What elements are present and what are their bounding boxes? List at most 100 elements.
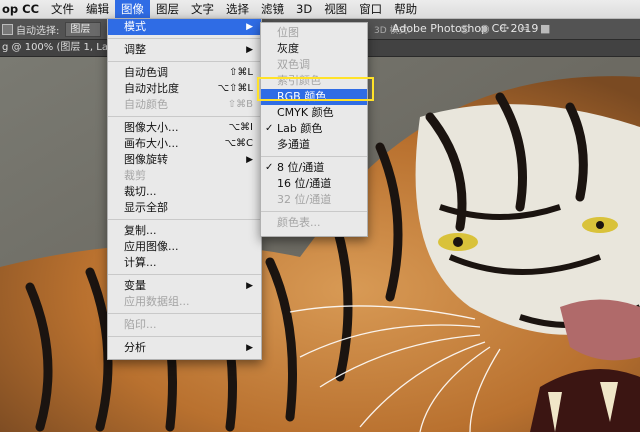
menu-image[interactable]: 图像 xyxy=(115,0,151,18)
auto-select-dropdown[interactable]: 图层 xyxy=(65,21,102,37)
auto-select-checkbox[interactable] xyxy=(2,23,13,35)
menu-window[interactable]: 窗口 xyxy=(353,0,388,18)
menu-edit[interactable]: 编辑 xyxy=(80,0,115,18)
submenu-arrow-icon: ▶ xyxy=(246,22,253,32)
submenu-arrow-icon: ▶ xyxy=(246,281,253,291)
menu-item-label: 灰度 xyxy=(277,42,299,55)
mode-submenu-item-10[interactable]: 16 位/通道 xyxy=(261,176,367,192)
menu-item-shortcut: ⇧⌘B xyxy=(227,99,253,110)
menu-type[interactable]: 文字 xyxy=(185,0,220,18)
mode-submenu-item-11: 32 位/通道 xyxy=(261,192,367,208)
menu-item-label: 陷印... xyxy=(124,318,157,331)
menu-separator xyxy=(108,61,261,62)
menu-item-label: 图像旋转 xyxy=(124,153,168,166)
menu-item-label: 裁剪 xyxy=(124,169,146,182)
menu-item-label: 显示全部 xyxy=(124,201,168,214)
mode-submenu-item-13: 颜色表... xyxy=(261,215,367,231)
menu-item-label: 自动对比度 xyxy=(124,82,179,95)
mode-submenu: 位图 灰度 双色调 索引颜色 RGB 颜色 CMYK 颜色 ✓ Lab 颜色 多通道 ✓ 8 位/通… xyxy=(260,22,368,237)
image-menu-item-13[interactable]: 复制... xyxy=(108,223,261,239)
menu-item-label: 16 位/通道 xyxy=(277,177,332,190)
menu-separator xyxy=(261,211,367,212)
menu-3d[interactable]: 3D xyxy=(290,0,318,18)
app-menu[interactable]: op CC xyxy=(0,0,45,18)
auto-select-label: 自动选择: xyxy=(16,25,60,37)
menu-item-label: 自动色调 xyxy=(124,66,168,79)
image-menu-item-10[interactable]: 裁切... xyxy=(108,184,261,200)
menu-help[interactable]: 帮助 xyxy=(388,0,423,18)
menu-item-label: CMYK 颜色 xyxy=(277,106,334,119)
menu-item-shortcut: ⌥⇧⌘L xyxy=(217,83,253,94)
menu-item-label: 变量 xyxy=(124,279,146,292)
image-menu-item-0[interactable]: 调整 ▶ xyxy=(108,42,261,58)
menu-bar: op CC 文件 编辑 图像 图层 文字 选择 滤镜 3D 视图 窗口 帮助 xyxy=(0,0,640,19)
image-menu-item-4: 自动颜色 ⇧⌘B xyxy=(108,97,261,113)
scale-icon[interactable]: ■ xyxy=(540,22,550,35)
rgb-color-highlight-box xyxy=(257,77,374,101)
orbit-icon[interactable]: ◎ xyxy=(460,22,470,35)
menu-item-label: 8 位/通道 xyxy=(277,161,325,174)
submenu-arrow-icon: ▶ xyxy=(246,343,253,353)
image-menu-item-15[interactable]: 计算... xyxy=(108,255,261,271)
mode-submenu-item-1[interactable]: 灰度 xyxy=(261,41,367,57)
menu-item-label: 32 位/通道 xyxy=(277,193,332,206)
menu-separator xyxy=(108,313,261,314)
image-menu-item-9: 裁剪 xyxy=(108,168,261,184)
menu-file[interactable]: 文件 xyxy=(45,0,80,18)
submenu-arrow-icon: ▶ xyxy=(246,155,253,165)
image-menu-item-6[interactable]: 图像大小... ⌥⌘I xyxy=(108,120,261,136)
menu-item-shortcut: ⇧⌘L xyxy=(229,67,253,78)
menu-separator xyxy=(108,116,261,117)
menu-item-shortcut: ⌥⌘C xyxy=(224,138,253,149)
image-menu-item-2[interactable]: 自动色调 ⇧⌘L xyxy=(108,65,261,81)
menu-separator xyxy=(108,38,261,39)
menu-item-label: 复制... xyxy=(124,224,157,237)
menu-separator xyxy=(108,219,261,220)
drag-icon[interactable]: ✣ xyxy=(500,22,509,35)
menu-separator xyxy=(261,156,367,157)
mode-submenu-item-9[interactable]: ✓ 8 位/通道 xyxy=(261,160,367,176)
image-menu-item-7[interactable]: 画布大小... ⌥⌘C xyxy=(108,136,261,152)
menu-item-label: 应用图像... xyxy=(124,240,179,253)
checkmark-icon: ✓ xyxy=(265,162,274,173)
menu-view[interactable]: 视图 xyxy=(318,0,353,18)
roll-icon[interactable]: ◉ xyxy=(480,22,490,35)
menu-item-label: 分析 xyxy=(124,341,146,354)
mode-submenu-item-6[interactable]: ✓ Lab 颜色 xyxy=(261,121,367,137)
image-menu-item-22[interactable]: 分析 ▶ xyxy=(108,340,261,356)
image-menu-item-17[interactable]: 变量 ▶ xyxy=(108,278,261,294)
menu-item-label: 图像大小... xyxy=(124,121,179,134)
menu-layer[interactable]: 图层 xyxy=(150,0,185,18)
menu-separator xyxy=(108,274,261,275)
checkmark-icon: ✓ xyxy=(265,123,274,134)
menu-separator xyxy=(108,336,261,337)
menu-item-label: 多通道 xyxy=(277,138,310,151)
photoshop-window: op CC 文件 编辑 图像 图层 文字 选择 滤镜 3D 视图 窗口 帮助 自… xyxy=(0,0,640,432)
menu-item-label: 双色调 xyxy=(277,58,310,71)
menu-item-label: 画布大小... xyxy=(124,137,179,150)
menu-item-label: 自动颜色 xyxy=(124,98,168,111)
mode-submenu-item-7[interactable]: 多通道 xyxy=(261,137,367,153)
menu-item-label: 颜色表... xyxy=(277,216,321,229)
menu-filter[interactable]: 滤镜 xyxy=(255,0,290,18)
image-menu-item-3[interactable]: 自动对比度 ⌥⇧⌘L xyxy=(108,81,261,97)
menu-item-shortcut: ⌥⌘I xyxy=(228,122,253,133)
image-menu-item-8[interactable]: 图像旋转 ▶ xyxy=(108,152,261,168)
menu-item-label: Lab 颜色 xyxy=(277,122,323,135)
image-menu-item-18: 应用数据组... xyxy=(108,294,261,310)
image-menu: 模式 ▶ 调整 ▶ 自动色调 ⇧⌘L 自动对比度 ⌥⇧⌘L 自动颜色 ⇧⌘B 图像大小... ⌥⌘… xyxy=(107,18,262,360)
image-menu-item-14[interactable]: 应用图像... xyxy=(108,239,261,255)
menu-item-label: 位图 xyxy=(277,26,299,39)
menu-item-label: 模式 xyxy=(124,20,146,33)
menu-item-label: 裁切... xyxy=(124,185,157,198)
menu-item-label: 应用数据组... xyxy=(124,295,190,308)
mode-submenu-item-2: 双色调 xyxy=(261,57,367,73)
menu-item-mode[interactable]: 模式 ▶ xyxy=(108,19,261,35)
menu-item-label: 调整 xyxy=(124,43,146,56)
slide-icon[interactable]: ⇔ xyxy=(520,22,529,35)
menu-item-label: 计算... xyxy=(124,256,157,269)
image-menu-item-11[interactable]: 显示全部 xyxy=(108,200,261,216)
menu-select[interactable]: 选择 xyxy=(220,0,255,18)
image-menu-item-20: 陷印... xyxy=(108,317,261,333)
mode-submenu-item-5[interactable]: CMYK 颜色 xyxy=(261,105,367,121)
